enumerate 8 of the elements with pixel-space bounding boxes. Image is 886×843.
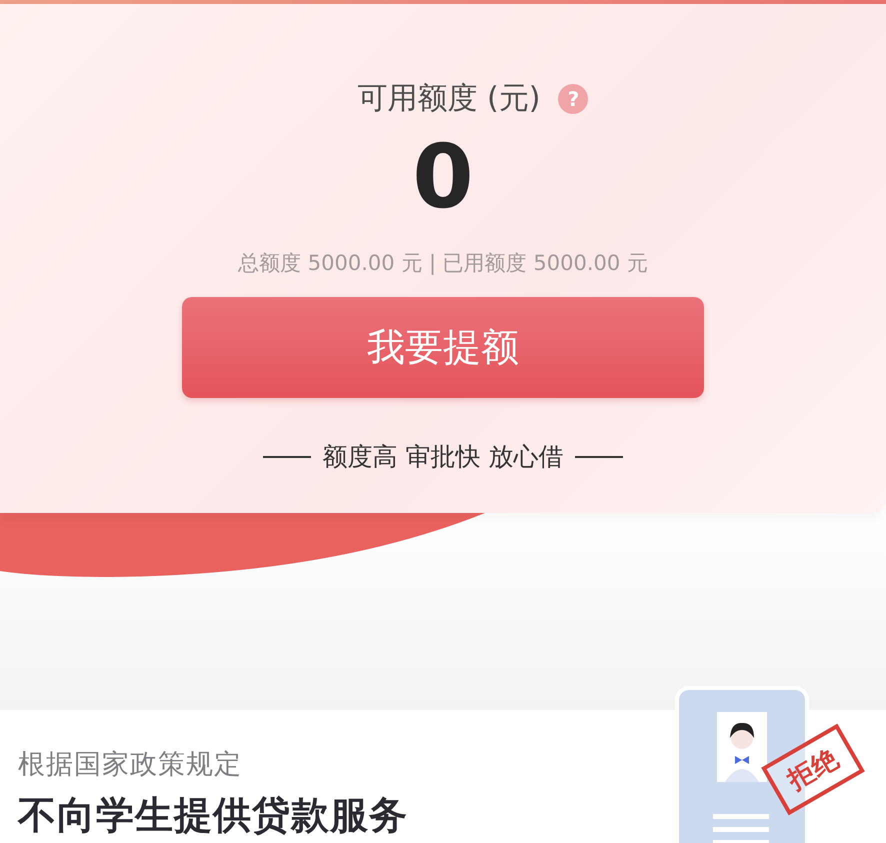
- credit-label: 可用额度 (元): [358, 80, 540, 118]
- help-icon[interactable]: ?: [558, 84, 588, 114]
- credit-summary: 总额度 5000.00 元 | 已用额度 5000.00 元: [238, 250, 648, 277]
- available-amount: 0: [412, 127, 474, 227]
- raise-limit-button[interactable]: 我要提额: [182, 297, 704, 398]
- notice-subtitle: 根据国家政策规定: [18, 748, 242, 782]
- notice-title: 不向学生提供贷款服务: [18, 792, 408, 839]
- slogan: 额度高 审批快 放心借: [322, 441, 564, 473]
